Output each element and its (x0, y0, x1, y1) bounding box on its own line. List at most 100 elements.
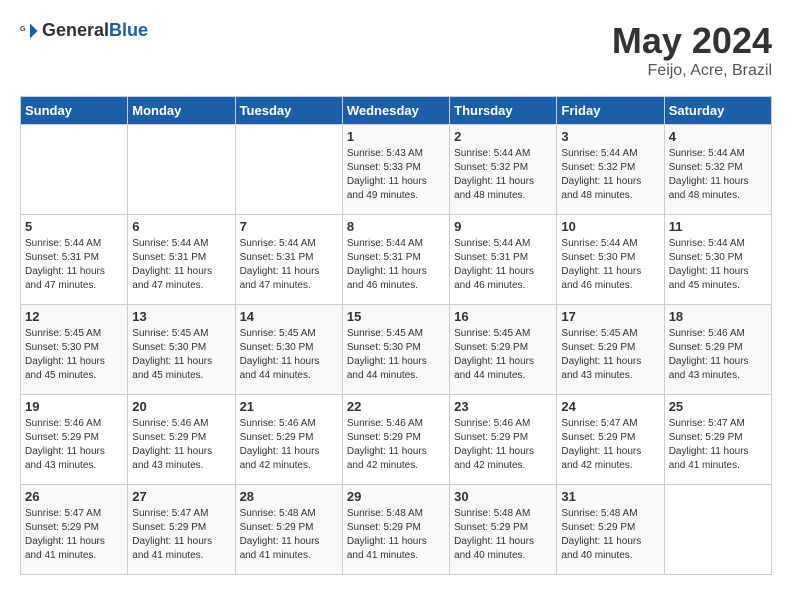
calendar-header-monday: Monday (128, 97, 235, 125)
calendar-cell: 23 Sunrise: 5:46 AM Sunset: 5:29 PM Dayli… (450, 395, 557, 485)
calendar-cell: 25 Sunrise: 5:47 AM Sunset: 5:29 PM Dayli… (664, 395, 771, 485)
day-info: Sunrise: 5:46 AM Sunset: 5:29 PM Dayligh… (25, 417, 123, 473)
calendar-header-thursday: Thursday (450, 97, 557, 125)
calendar-cell: 30Sunrise: 5:48 AM Sunset: 5:29 PM Dayli… (450, 485, 557, 575)
day-info: Sunrise: 5:44 AM Sunset: 5:32 PM Dayligh… (669, 147, 767, 203)
day-info: Sunrise: 5:47 AM Sunset: 5:29 PM Dayligh… (669, 417, 767, 473)
day-number: 30 (454, 489, 552, 504)
day-number: 15 (347, 309, 445, 324)
calendar-cell: 24Sunrise: 5:47 AM Sunset: 5:29 PM Dayli… (557, 395, 664, 485)
day-info: Sunrise: 5:48 AM Sunset: 5:29 PM Dayligh… (561, 507, 659, 563)
calendar-cell: 17 Sunrise: 5:45 AM Sunset: 5:29 PM Dayli… (557, 305, 664, 395)
day-info: Sunrise: 5:45 AM Sunset: 5:29 PM Dayligh… (561, 327, 659, 383)
day-info: Sunrise: 5:44 AM Sunset: 5:30 PM Dayligh… (561, 237, 659, 293)
day-info: Sunrise: 5:45 AM Sunset: 5:29 PM Dayligh… (454, 327, 552, 383)
day-info: Sunrise: 5:44 AM Sunset: 5:31 PM Dayligh… (454, 237, 552, 293)
logo: G GeneralBlue (20, 20, 148, 41)
calendar-cell: 18 Sunrise: 5:46 AM Sunset: 5:29 PM Dayli… (664, 305, 771, 395)
main-title: May 2024 (612, 20, 772, 62)
day-info: Sunrise: 5:46 AM Sunset: 5:29 PM Dayligh… (669, 327, 767, 383)
day-number: 2 (454, 129, 552, 144)
svg-text:G: G (20, 26, 26, 33)
day-number: 5 (25, 219, 123, 234)
calendar-cell (21, 125, 128, 215)
calendar-header-row: SundayMondayTuesdayWednesdayThursdayFrid… (21, 97, 772, 125)
day-number: 13 (132, 309, 230, 324)
day-number: 17 (561, 309, 659, 324)
calendar-week-row: 5 Sunrise: 5:44 AM Sunset: 5:31 PM Daylig… (21, 215, 772, 305)
day-number: 11 (669, 219, 767, 234)
calendar-week-row: 19 Sunrise: 5:46 AM Sunset: 5:29 PM Dayli… (21, 395, 772, 485)
calendar-cell: 4 Sunrise: 5:44 AM Sunset: 5:32 PM Daylig… (664, 125, 771, 215)
subtitle: Feijo, Acre, Brazil (612, 62, 772, 80)
calendar-cell: 10 Sunrise: 5:44 AM Sunset: 5:30 PM Dayli… (557, 215, 664, 305)
calendar-header-tuesday: Tuesday (235, 97, 342, 125)
calendar-cell: 28 Sunrise: 5:48 AM Sunset: 5:29 PM Dayli… (235, 485, 342, 575)
calendar-cell: 21 Sunrise: 5:46 AM Sunset: 5:29 PM Dayli… (235, 395, 342, 485)
calendar-cell: 13 Sunrise: 5:45 AM Sunset: 5:30 PM Dayli… (128, 305, 235, 395)
day-number: 23 (454, 399, 552, 414)
day-number: 16 (454, 309, 552, 324)
day-number: 1 (347, 129, 445, 144)
day-number: 28 (240, 489, 338, 504)
logo-icon: G (20, 21, 40, 41)
calendar-week-row: 12 Sunrise: 5:45 AM Sunset: 5:30 PM Dayli… (21, 305, 772, 395)
day-number: 26 (25, 489, 123, 504)
calendar-week-row: 26 Sunrise: 5:47 AM Sunset: 5:29 PM Dayli… (21, 485, 772, 575)
calendar-cell (235, 125, 342, 215)
day-info: Sunrise: 5:46 AM Sunset: 5:29 PM Dayligh… (454, 417, 552, 473)
day-info: Sunrise: 5:45 AM Sunset: 5:30 PM Dayligh… (240, 327, 338, 383)
calendar-cell: 9Sunrise: 5:44 AM Sunset: 5:31 PM Daylig… (450, 215, 557, 305)
calendar-header-friday: Friday (557, 97, 664, 125)
day-info: Sunrise: 5:45 AM Sunset: 5:30 PM Dayligh… (132, 327, 230, 383)
calendar-header-sunday: Sunday (21, 97, 128, 125)
logo-general: General (42, 20, 109, 40)
day-info: Sunrise: 5:45 AM Sunset: 5:30 PM Dayligh… (347, 327, 445, 383)
day-number: 8 (347, 219, 445, 234)
day-number: 10 (561, 219, 659, 234)
day-info: Sunrise: 5:46 AM Sunset: 5:29 PM Dayligh… (240, 417, 338, 473)
day-info: Sunrise: 5:46 AM Sunset: 5:29 PM Dayligh… (132, 417, 230, 473)
day-info: Sunrise: 5:44 AM Sunset: 5:32 PM Dayligh… (561, 147, 659, 203)
day-info: Sunrise: 5:43 AM Sunset: 5:33 PM Dayligh… (347, 147, 445, 203)
day-number: 25 (669, 399, 767, 414)
calendar-cell: 15 Sunrise: 5:45 AM Sunset: 5:30 PM Dayli… (342, 305, 449, 395)
day-number: 4 (669, 129, 767, 144)
day-info: Sunrise: 5:46 AM Sunset: 5:29 PM Dayligh… (347, 417, 445, 473)
day-number: 14 (240, 309, 338, 324)
day-info: Sunrise: 5:45 AM Sunset: 5:30 PM Dayligh… (25, 327, 123, 383)
calendar-cell: 22Sunrise: 5:46 AM Sunset: 5:29 PM Dayli… (342, 395, 449, 485)
day-number: 19 (25, 399, 123, 414)
calendar-cell (128, 125, 235, 215)
calendar-cell: 16 Sunrise: 5:45 AM Sunset: 5:29 PM Dayli… (450, 305, 557, 395)
day-number: 31 (561, 489, 659, 504)
title-area: May 2024 Feijo, Acre, Brazil (612, 20, 772, 80)
calendar-cell: 8Sunrise: 5:44 AM Sunset: 5:31 PM Daylig… (342, 215, 449, 305)
day-info: Sunrise: 5:44 AM Sunset: 5:31 PM Dayligh… (240, 237, 338, 293)
day-number: 20 (132, 399, 230, 414)
calendar-header-wednesday: Wednesday (342, 97, 449, 125)
day-info: Sunrise: 5:47 AM Sunset: 5:29 PM Dayligh… (561, 417, 659, 473)
calendar-cell: 14 Sunrise: 5:45 AM Sunset: 5:30 PM Dayli… (235, 305, 342, 395)
calendar-cell: 20 Sunrise: 5:46 AM Sunset: 5:29 PM Dayli… (128, 395, 235, 485)
logo-blue: Blue (109, 20, 148, 40)
day-info: Sunrise: 5:48 AM Sunset: 5:29 PM Dayligh… (240, 507, 338, 563)
calendar-cell: 12 Sunrise: 5:45 AM Sunset: 5:30 PM Dayli… (21, 305, 128, 395)
day-info: Sunrise: 5:47 AM Sunset: 5:29 PM Dayligh… (132, 507, 230, 563)
calendar-cell: 26 Sunrise: 5:47 AM Sunset: 5:29 PM Dayli… (21, 485, 128, 575)
calendar-cell: 3Sunrise: 5:44 AM Sunset: 5:32 PM Daylig… (557, 125, 664, 215)
day-info: Sunrise: 5:47 AM Sunset: 5:29 PM Dayligh… (25, 507, 123, 563)
page-header: G GeneralBlue May 2024 Feijo, Acre, Braz… (20, 20, 772, 80)
calendar-cell: 29Sunrise: 5:48 AM Sunset: 5:29 PM Dayli… (342, 485, 449, 575)
calendar-cell (664, 485, 771, 575)
calendar-table: SundayMondayTuesdayWednesdayThursdayFrid… (20, 96, 772, 575)
calendar-cell: 6 Sunrise: 5:44 AM Sunset: 5:31 PM Daylig… (128, 215, 235, 305)
calendar-cell: 11Sunrise: 5:44 AM Sunset: 5:30 PM Dayli… (664, 215, 771, 305)
day-number: 12 (25, 309, 123, 324)
day-number: 21 (240, 399, 338, 414)
calendar-cell: 7Sunrise: 5:44 AM Sunset: 5:31 PM Daylig… (235, 215, 342, 305)
calendar-cell: 19 Sunrise: 5:46 AM Sunset: 5:29 PM Dayli… (21, 395, 128, 485)
day-number: 6 (132, 219, 230, 234)
day-info: Sunrise: 5:44 AM Sunset: 5:31 PM Dayligh… (132, 237, 230, 293)
day-number: 18 (669, 309, 767, 324)
